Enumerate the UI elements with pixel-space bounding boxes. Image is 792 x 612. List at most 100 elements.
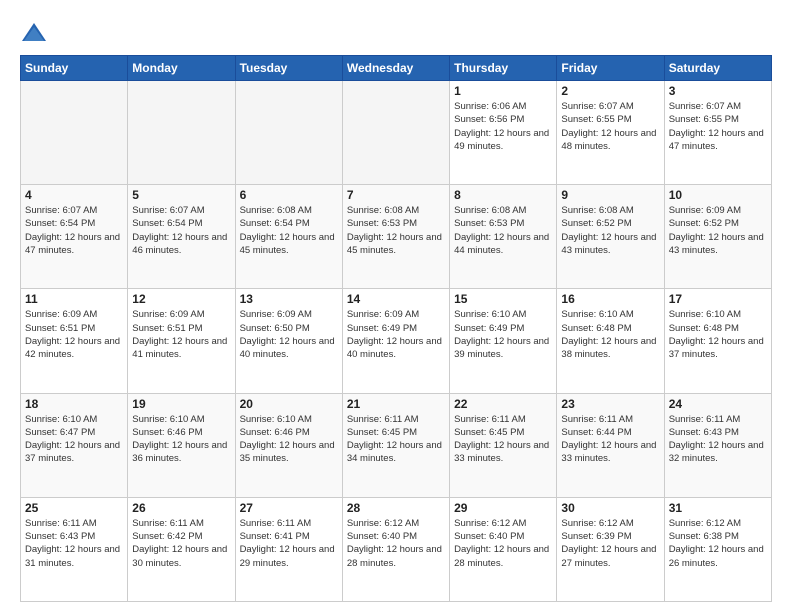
table-row: 14 Sunrise: 6:09 AMSunset: 6:49 PMDayligh… [342, 289, 449, 393]
day-info: Sunrise: 6:10 AMSunset: 6:48 PMDaylight:… [561, 308, 659, 361]
day-number: 20 [240, 397, 338, 411]
table-row [128, 81, 235, 185]
table-row: 28Sunrise: 6:12 AMSunset: 6:40 PMDayligh… [342, 497, 449, 601]
calendar-header-monday: Monday [128, 56, 235, 81]
table-row: 31Sunrise: 6:12 AMSunset: 6:38 PMDayligh… [664, 497, 771, 601]
table-row: 25 Sunrise: 6:11 AMSunset: 6:43 PMDayligh… [21, 497, 128, 601]
table-row: 16 Sunrise: 6:10 AMSunset: 6:48 PMDayligh… [557, 289, 664, 393]
day-number: 24 [669, 397, 767, 411]
day-info: Sunrise: 6:11 AMSunset: 6:42 PMDaylight:… [132, 517, 230, 570]
logo [20, 19, 52, 47]
day-info: Sunrise: 6:10 AMSunset: 6:47 PMDaylight:… [25, 413, 123, 466]
day-info: Sunrise: 6:11 AMSunset: 6:44 PMDaylight:… [561, 413, 659, 466]
day-number: 30 [561, 501, 659, 515]
day-info: Sunrise: 6:11 AMSunset: 6:43 PMDaylight:… [669, 413, 767, 466]
day-number: 13 [240, 292, 338, 306]
day-number: 22 [454, 397, 552, 411]
table-row: 15Sunrise: 6:10 AMSunset: 6:49 PMDayligh… [450, 289, 557, 393]
day-number: 17 [669, 292, 767, 306]
day-info: Sunrise: 6:11 AMSunset: 6:45 PMDaylight:… [347, 413, 445, 466]
day-info: Sunrise: 6:09 AMSunset: 6:51 PMDaylight:… [132, 308, 230, 361]
day-number: 18 [25, 397, 123, 411]
day-info: Sunrise: 6:12 AMSunset: 6:40 PMDaylight:… [347, 517, 445, 570]
day-info: Sunrise: 6:12 AMSunset: 6:40 PMDaylight:… [454, 517, 552, 570]
day-info: Sunrise: 6:11 AMSunset: 6:45 PMDaylight:… [454, 413, 552, 466]
calendar-header-sunday: Sunday [21, 56, 128, 81]
day-info: Sunrise: 6:07 AMSunset: 6:54 PMDaylight:… [25, 204, 123, 257]
logo-icon [20, 19, 48, 47]
table-row: 20 Sunrise: 6:10 AMSunset: 6:46 PMDayligh… [235, 393, 342, 497]
day-info: Sunrise: 6:08 AMSunset: 6:54 PMDaylight:… [240, 204, 338, 257]
day-number: 29 [454, 501, 552, 515]
day-number: 26 [132, 501, 230, 515]
table-row: 26 Sunrise: 6:11 AMSunset: 6:42 PMDayligh… [128, 497, 235, 601]
day-number: 25 [25, 501, 123, 515]
day-info: Sunrise: 6:08 AMSunset: 6:53 PMDaylight:… [347, 204, 445, 257]
day-info: Sunrise: 6:09 AMSunset: 6:52 PMDaylight:… [669, 204, 767, 257]
day-number: 4 [25, 188, 123, 202]
day-info: Sunrise: 6:11 AMSunset: 6:43 PMDaylight:… [25, 517, 123, 570]
table-row: 9 Sunrise: 6:08 AMSunset: 6:52 PMDaylight… [557, 185, 664, 289]
page: SundayMondayTuesdayWednesdayThursdayFrid… [0, 0, 792, 612]
table-row: 1 Sunrise: 6:06 AMSunset: 6:56 PMDaylight… [450, 81, 557, 185]
table-row: 3 Sunrise: 6:07 AMSunset: 6:55 PMDaylight… [664, 81, 771, 185]
table-row: 6 Sunrise: 6:08 AMSunset: 6:54 PMDaylight… [235, 185, 342, 289]
calendar-week-1: 4 Sunrise: 6:07 AMSunset: 6:54 PMDaylight… [21, 185, 772, 289]
table-row: 29 Sunrise: 6:12 AMSunset: 6:40 PMDayligh… [450, 497, 557, 601]
table-row: 23 Sunrise: 6:11 AMSunset: 6:44 PMDayligh… [557, 393, 664, 497]
calendar-header-friday: Friday [557, 56, 664, 81]
day-info: Sunrise: 6:07 AMSunset: 6:55 PMDaylight:… [561, 100, 659, 153]
day-info: Sunrise: 6:11 AMSunset: 6:41 PMDaylight:… [240, 517, 338, 570]
table-row: 24 Sunrise: 6:11 AMSunset: 6:43 PMDayligh… [664, 393, 771, 497]
day-number: 10 [669, 188, 767, 202]
table-row: 27 Sunrise: 6:11 AMSunset: 6:41 PMDayligh… [235, 497, 342, 601]
day-number: 6 [240, 188, 338, 202]
calendar-header-wednesday: Wednesday [342, 56, 449, 81]
calendar-table: SundayMondayTuesdayWednesdayThursdayFrid… [20, 55, 772, 602]
day-info: Sunrise: 6:12 AMSunset: 6:38 PMDaylight:… [669, 517, 767, 570]
table-row: 17 Sunrise: 6:10 AMSunset: 6:48 PMDayligh… [664, 289, 771, 393]
day-info: Sunrise: 6:06 AMSunset: 6:56 PMDaylight:… [454, 100, 552, 153]
header [20, 15, 772, 47]
day-number: 12 [132, 292, 230, 306]
calendar-week-0: 1 Sunrise: 6:06 AMSunset: 6:56 PMDaylight… [21, 81, 772, 185]
day-number: 3 [669, 84, 767, 98]
table-row [235, 81, 342, 185]
calendar-header-tuesday: Tuesday [235, 56, 342, 81]
day-info: Sunrise: 6:08 AMSunset: 6:52 PMDaylight:… [561, 204, 659, 257]
day-number: 16 [561, 292, 659, 306]
day-info: Sunrise: 6:08 AMSunset: 6:53 PMDaylight:… [454, 204, 552, 257]
day-info: Sunrise: 6:09 AMSunset: 6:50 PMDaylight:… [240, 308, 338, 361]
table-row: 13 Sunrise: 6:09 AMSunset: 6:50 PMDayligh… [235, 289, 342, 393]
day-number: 9 [561, 188, 659, 202]
day-info: Sunrise: 6:07 AMSunset: 6:55 PMDaylight:… [669, 100, 767, 153]
day-number: 21 [347, 397, 445, 411]
day-info: Sunrise: 6:10 AMSunset: 6:46 PMDaylight:… [132, 413, 230, 466]
table-row: 8 Sunrise: 6:08 AMSunset: 6:53 PMDaylight… [450, 185, 557, 289]
day-info: Sunrise: 6:10 AMSunset: 6:46 PMDaylight:… [240, 413, 338, 466]
day-info: Sunrise: 6:12 AMSunset: 6:39 PMDaylight:… [561, 517, 659, 570]
calendar-header-thursday: Thursday [450, 56, 557, 81]
day-number: 14 [347, 292, 445, 306]
day-number: 8 [454, 188, 552, 202]
table-row: 5Sunrise: 6:07 AMSunset: 6:54 PMDaylight… [128, 185, 235, 289]
table-row [342, 81, 449, 185]
day-number: 1 [454, 84, 552, 98]
day-info: Sunrise: 6:10 AMSunset: 6:48 PMDaylight:… [669, 308, 767, 361]
table-row: 18 Sunrise: 6:10 AMSunset: 6:47 PMDayligh… [21, 393, 128, 497]
table-row: 19Sunrise: 6:10 AMSunset: 6:46 PMDayligh… [128, 393, 235, 497]
calendar-header-saturday: Saturday [664, 56, 771, 81]
calendar-week-2: 11Sunrise: 6:09 AMSunset: 6:51 PMDayligh… [21, 289, 772, 393]
day-info: Sunrise: 6:07 AMSunset: 6:54 PMDaylight:… [132, 204, 230, 257]
table-row: 22 Sunrise: 6:11 AMSunset: 6:45 PMDayligh… [450, 393, 557, 497]
day-number: 2 [561, 84, 659, 98]
day-number: 23 [561, 397, 659, 411]
day-info: Sunrise: 6:09 AMSunset: 6:49 PMDaylight:… [347, 308, 445, 361]
day-number: 7 [347, 188, 445, 202]
day-info: Sunrise: 6:10 AMSunset: 6:49 PMDaylight:… [454, 308, 552, 361]
day-number: 27 [240, 501, 338, 515]
table-row [21, 81, 128, 185]
table-row: 7 Sunrise: 6:08 AMSunset: 6:53 PMDaylight… [342, 185, 449, 289]
table-row: 2 Sunrise: 6:07 AMSunset: 6:55 PMDaylight… [557, 81, 664, 185]
table-row: 12 Sunrise: 6:09 AMSunset: 6:51 PMDayligh… [128, 289, 235, 393]
